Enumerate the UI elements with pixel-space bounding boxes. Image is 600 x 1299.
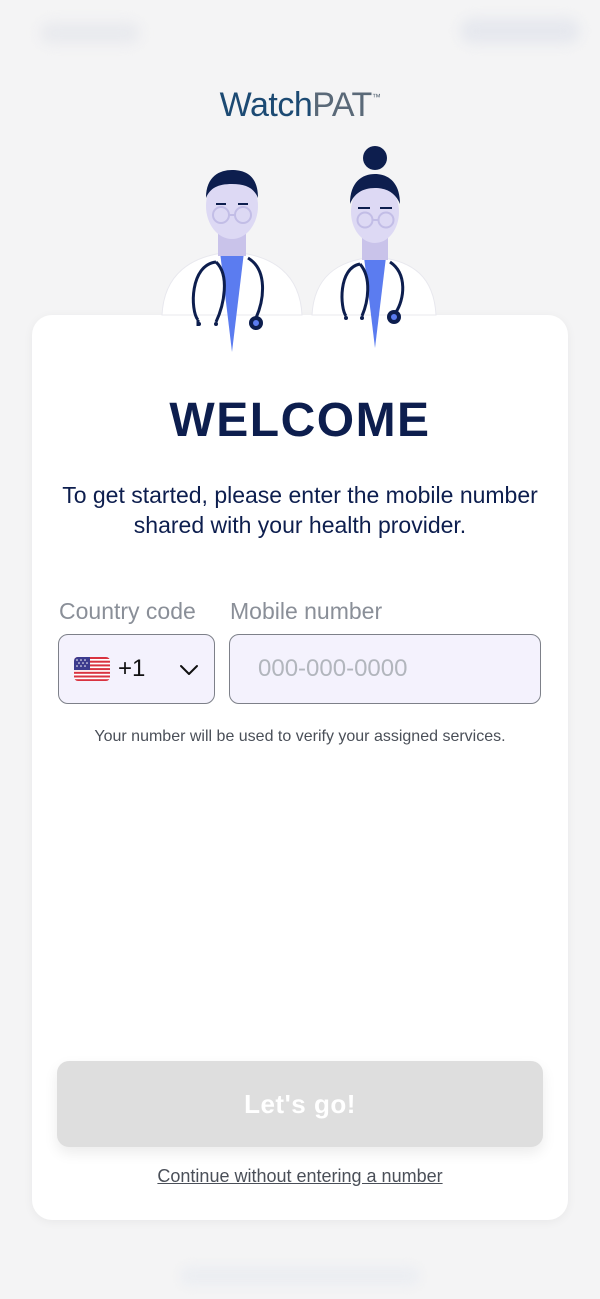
- chevron-down-icon: [180, 665, 198, 675]
- status-bar-indicators: [460, 18, 580, 44]
- welcome-screen: WatchPAT™ WELCOME To get started, please…: [0, 0, 600, 1299]
- male-doctor-figure: [161, 170, 303, 352]
- status-bar-time: [40, 22, 140, 44]
- lets-go-button[interactable]: Let's go!: [57, 1061, 543, 1147]
- female-doctor-figure: [311, 146, 437, 348]
- home-indicator: [180, 1266, 420, 1286]
- country-code-select[interactable]: +1: [58, 634, 215, 704]
- mobile-number-input[interactable]: [229, 634, 541, 704]
- welcome-title: WELCOME: [169, 394, 431, 447]
- watchpat-logo: WatchPAT™: [219, 86, 381, 124]
- helper-text: Your number will be used to verify your …: [94, 728, 506, 745]
- welcome-subtitle: To get started, please enter the mobile …: [62, 482, 538, 538]
- doctors-illustration: [161, 146, 437, 352]
- us-flag-icon: [74, 657, 110, 681]
- continue-without-number-link[interactable]: Continue without entering a number: [32, 1166, 568, 1187]
- country-code-label: Country code: [59, 598, 196, 624]
- country-dial-code: +1: [118, 655, 146, 682]
- mobile-number-label: Mobile number: [230, 598, 383, 624]
